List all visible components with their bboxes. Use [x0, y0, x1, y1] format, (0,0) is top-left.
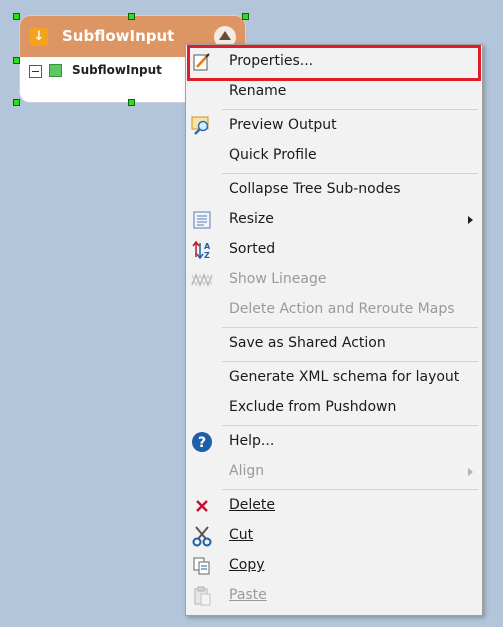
menu-item-resize[interactable]: Resize — [186, 205, 482, 235]
menu-separator — [222, 109, 478, 110]
submenu-arrow-icon — [468, 216, 473, 224]
tree-collapse-toggle[interactable] — [29, 65, 42, 78]
menu-item-label: Cut — [229, 527, 254, 543]
selection-handle[interactable] — [128, 99, 135, 106]
menu-item-quick-profile[interactable]: Quick Profile — [186, 141, 482, 171]
menu-item-label: Show Lineage — [229, 271, 327, 287]
menu-separator — [222, 425, 478, 426]
svg-text:A: A — [204, 242, 211, 251]
menu-item-cut[interactable]: Cut — [186, 521, 482, 551]
resize-icon — [191, 209, 213, 231]
menu-item-align: Align — [186, 457, 482, 487]
menu-item-label: Properties... — [229, 53, 314, 69]
help-icon: ? — [191, 431, 213, 453]
menu-item-label: Generate XML schema for layout — [229, 369, 460, 385]
svg-text:Z: Z — [204, 251, 210, 260]
menu-item-label: Sorted — [229, 241, 276, 257]
menu-item-label: Copy — [229, 557, 265, 573]
selection-handle[interactable] — [13, 99, 20, 106]
delete-icon — [191, 495, 213, 517]
copy-icon — [191, 555, 213, 577]
menu-item-properties[interactable]: Properties... — [186, 47, 482, 77]
menu-separator — [222, 361, 478, 362]
selection-handle[interactable] — [242, 13, 249, 20]
menu-item-label: Exclude from Pushdown — [229, 399, 397, 415]
submenu-arrow-icon — [468, 468, 473, 476]
menu-item-save-shared-action[interactable]: Save as Shared Action — [186, 329, 482, 359]
menu-separator — [222, 489, 478, 490]
menu-item-paste: Paste — [186, 581, 482, 611]
menu-item-rename[interactable]: Rename — [186, 77, 482, 107]
menu-separator — [222, 327, 478, 328]
preview-output-icon — [191, 115, 213, 137]
menu-separator — [222, 173, 478, 174]
lineage-icon — [191, 269, 213, 291]
menu-item-show-lineage: Show Lineage — [186, 265, 482, 295]
menu-item-delete-action-reroute: Delete Action and Reroute Maps — [186, 295, 482, 325]
sort-icon: A Z — [191, 239, 213, 261]
selection-handle[interactable] — [13, 13, 20, 20]
input-arrow-icon: ↓ — [30, 28, 48, 46]
menu-item-generate-xml-schema[interactable]: Generate XML schema for layout — [186, 363, 482, 393]
menu-item-copy[interactable]: Copy — [186, 551, 482, 581]
selection-handle[interactable] — [128, 13, 135, 20]
menu-item-sorted[interactable]: A Z Sorted — [186, 235, 482, 265]
menu-item-help[interactable]: ? Help... — [186, 427, 482, 457]
node-title: SubflowInput — [62, 27, 175, 45]
menu-item-label: Help... — [229, 433, 275, 449]
menu-item-collapse-tree-sub-nodes[interactable]: Collapse Tree Sub-nodes — [186, 175, 482, 205]
menu-item-delete[interactable]: Delete — [186, 491, 482, 521]
node-field-label: SubflowInput — [72, 63, 162, 77]
menu-item-label: Preview Output — [229, 117, 337, 133]
cut-icon — [191, 525, 213, 547]
menu-item-label: Quick Profile — [229, 147, 317, 163]
menu-item-label: Delete Action and Reroute Maps — [229, 301, 455, 317]
paste-icon — [191, 585, 213, 607]
menu-item-label: Rename — [229, 83, 287, 99]
menu-item-label: Collapse Tree Sub-nodes — [229, 181, 401, 197]
selection-handle[interactable] — [13, 57, 20, 64]
menu-item-label: Paste — [229, 587, 267, 603]
menu-item-preview-output[interactable]: Preview Output — [186, 111, 482, 141]
svg-text:?: ? — [198, 435, 206, 451]
menu-item-label: Delete — [229, 497, 275, 513]
menu-item-label: Save as Shared Action — [229, 335, 386, 351]
field-icon — [49, 64, 62, 77]
menu-item-exclude-pushdown[interactable]: Exclude from Pushdown — [186, 393, 482, 423]
menu-item-label: Resize — [229, 211, 274, 227]
properties-icon — [191, 51, 213, 73]
menu-item-label: Align — [229, 463, 265, 479]
context-menu: Properties... Rename Preview Output Quic… — [185, 44, 483, 616]
